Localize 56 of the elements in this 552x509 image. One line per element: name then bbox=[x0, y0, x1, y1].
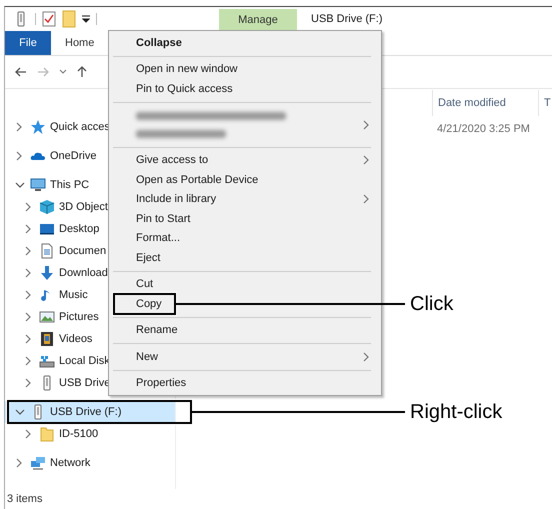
folder-icon bbox=[39, 426, 55, 442]
menu-item[interactable]: Open as Portable Device bbox=[109, 170, 381, 190]
menu-item[interactable]: Properties bbox=[109, 374, 381, 393]
table-cell-text: 4/21/2020 3:25 PM bbox=[436, 123, 531, 135]
menu-item[interactable]: Pin to Quick access bbox=[109, 79, 381, 98]
menu-item[interactable]: New bbox=[109, 347, 381, 366]
tree-label: OneDrive bbox=[50, 150, 96, 162]
tree-label: Desktop bbox=[59, 223, 100, 235]
tree-label: Local Disk bbox=[59, 355, 110, 367]
tree-item[interactable]: ID-5100 bbox=[5, 423, 175, 445]
menu-item[interactable]: Cut bbox=[109, 274, 381, 294]
tree-label: USB Drive (F:) bbox=[50, 406, 122, 418]
menu-item[interactable]: Eject bbox=[109, 248, 381, 268]
status-text: 3 items bbox=[6, 492, 44, 507]
callout-label: Click bbox=[410, 292, 454, 316]
tree-item[interactable]: Network bbox=[5, 452, 175, 474]
menu-item[interactable]: Give access to bbox=[109, 150, 381, 170]
chevron-down-icon[interactable] bbox=[59, 69, 67, 75]
column-header[interactable]: T bbox=[538, 90, 552, 116]
monitor-icon bbox=[30, 177, 46, 193]
up-arrow-icon[interactable] bbox=[77, 66, 87, 78]
file-tab[interactable]: File bbox=[5, 31, 51, 55]
disk-drive-icon bbox=[39, 353, 55, 369]
ribbon-tab[interactable]: Home bbox=[51, 31, 108, 55]
contextual-tab[interactable]: Manage bbox=[219, 9, 297, 31]
tree-label: ID-5100 bbox=[59, 428, 98, 440]
film-icon bbox=[39, 331, 55, 347]
menu-item[interactable]: Collapse bbox=[109, 33, 381, 52]
menu-item[interactable]: Copy bbox=[109, 294, 381, 314]
callout-label: Right-click bbox=[410, 400, 502, 424]
tree-label: 3D Object bbox=[59, 201, 108, 213]
down-arrow-icon bbox=[39, 265, 55, 281]
tree-label: Videos bbox=[59, 333, 92, 345]
menu-item[interactable]: Open in new window bbox=[109, 60, 381, 79]
menu-item[interactable]: Pin to Start bbox=[109, 209, 381, 228]
callout-frame bbox=[113, 293, 176, 314]
tree-label: Documen bbox=[59, 245, 106, 257]
dropdown-icon[interactable] bbox=[82, 15, 90, 23]
menu-item[interactable]: Rename bbox=[109, 320, 381, 340]
desktop-icon bbox=[39, 221, 55, 237]
checklist-icon[interactable] bbox=[42, 11, 56, 27]
menu-item[interactable]: Format... bbox=[109, 228, 381, 248]
column-header[interactable]: Date modified bbox=[432, 90, 538, 116]
tree-label: Download bbox=[59, 267, 108, 279]
window-title: USB Drive (F:) bbox=[310, 12, 382, 27]
network-icon bbox=[30, 455, 46, 471]
tree-label: This PC bbox=[50, 179, 90, 191]
tree-label: Network bbox=[50, 457, 90, 469]
tree-label: Pictures bbox=[59, 311, 99, 323]
picture-icon bbox=[39, 309, 55, 325]
back-arrow-icon[interactable] bbox=[15, 67, 27, 77]
star-icon bbox=[30, 119, 46, 135]
tree-label: Music bbox=[59, 289, 88, 301]
cube-icon bbox=[39, 199, 55, 215]
document-icon bbox=[39, 243, 55, 259]
menu-item[interactable]: Include in library bbox=[109, 190, 381, 209]
